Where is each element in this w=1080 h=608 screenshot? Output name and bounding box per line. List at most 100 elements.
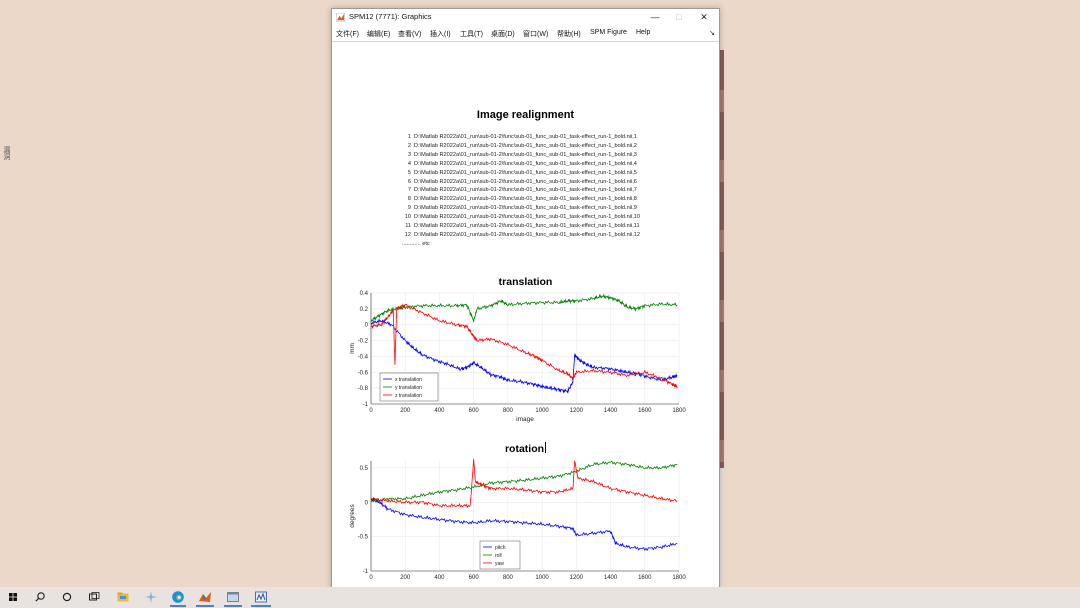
rotation-title-text: rotation bbox=[504, 443, 545, 455]
menu-help[interactable]: Help bbox=[636, 29, 650, 36]
maximize-button[interactable]: □ bbox=[667, 10, 691, 25]
x-tick-label: 0 bbox=[369, 575, 373, 581]
file-index: 2 bbox=[407, 142, 411, 149]
task-view-icon[interactable] bbox=[87, 590, 101, 604]
file-index: 7 bbox=[407, 187, 411, 194]
file-index: 3 bbox=[407, 151, 411, 158]
menu-separator bbox=[332, 41, 719, 42]
menu-view[interactable]: 查看(V) bbox=[398, 29, 421, 39]
y-tick-label: -0.8 bbox=[358, 386, 369, 392]
menu-spm-figure[interactable]: SPM Figure bbox=[590, 29, 627, 36]
spm-graphics-window[interactable]: SPM12 (7771): Graphics — □ ✕ 文件(F) 编辑(E)… bbox=[331, 8, 720, 590]
file-list-row: 12 D:\Matlab R2022a\01_run\sub-01-2\func\… bbox=[402, 231, 640, 240]
menu-file[interactable]: 文件(F) bbox=[336, 29, 359, 39]
matlab-active-indicator bbox=[196, 605, 214, 607]
toolbar-toggle-icon[interactable]: ↘ bbox=[709, 29, 715, 37]
x-tick-label: 800 bbox=[503, 408, 514, 414]
menu-insert[interactable]: 插入(I) bbox=[430, 29, 451, 39]
file-path: D:\Matlab R2022a\01_run\sub-01-2\func\su… bbox=[414, 134, 637, 140]
file-list-row: 7 D:\Matlab R2022a\01_run\sub-01-2\func\s… bbox=[402, 186, 640, 195]
plot-area bbox=[371, 461, 679, 571]
legend-label: y translation bbox=[395, 385, 422, 391]
y-tick-label: 0.4 bbox=[360, 291, 369, 297]
window-title: SPM12 (7771): Graphics bbox=[349, 12, 432, 21]
legend-label: yaw bbox=[495, 561, 504, 567]
file-index: 1 bbox=[407, 134, 411, 140]
chart-legend: pitch roll yaw bbox=[479, 540, 521, 570]
close-button[interactable]: ✕ bbox=[692, 10, 716, 25]
x-tick-label: 600 bbox=[469, 408, 480, 414]
file-list-row: 2 D:\Matlab R2022a\01_run\sub-01-2\func\s… bbox=[402, 142, 640, 151]
chart-legend: x translation y translation z translation bbox=[379, 372, 439, 402]
translation-chart: 0 200 400 600 800 1000 1200 1400 1600 1800 0.4 0.2 0… bbox=[349, 291, 686, 423]
menu-window[interactable]: 窗口(W) bbox=[523, 29, 548, 39]
file-index: 5 bbox=[407, 169, 411, 176]
window-app-active-indicator bbox=[224, 605, 242, 607]
rotation-chart: 0 200 400 600 800 1000 1200 1400 1600 1800 0.5 0 -0.… bbox=[349, 458, 686, 581]
minimize-button[interactable]: — bbox=[643, 10, 667, 25]
matlab-taskbar-icon[interactable] bbox=[198, 590, 212, 604]
y-axis-label: degrees bbox=[349, 504, 356, 528]
file-path: D:\Matlab R2022a\01_run\sub-01-2\func\su… bbox=[414, 187, 637, 194]
x-tick-label: 1600 bbox=[638, 575, 652, 581]
legend-label: pitch bbox=[495, 545, 506, 551]
file-list-row: 1 D:\Matlab R2022a\01_run\sub-01-2\func\s… bbox=[402, 133, 640, 142]
x-tick-label: 800 bbox=[503, 575, 514, 581]
file-list-row: 9 D:\Matlab R2022a\01_run\sub-01-2\func\s… bbox=[402, 204, 640, 213]
x-tick-label: 400 bbox=[434, 575, 445, 581]
file-path: D:\Matlab R2022a\01_run\sub-01-2\func\su… bbox=[414, 196, 637, 203]
legend-label: roll bbox=[495, 553, 502, 559]
menu-desktop[interactable]: 桌面(D) bbox=[491, 29, 515, 39]
file-list-row: 4 D:\Matlab R2022a\01_run\sub-01-2\func\s… bbox=[402, 160, 640, 169]
spm-app-active-indicator bbox=[251, 605, 271, 607]
spm-app-icon[interactable] bbox=[254, 590, 268, 604]
fan-app-icon[interactable] bbox=[144, 590, 158, 604]
x-axis-label: image bbox=[516, 416, 534, 423]
desktop-edge-text: 漏洞 bbox=[3, 146, 10, 160]
file-index: 8 bbox=[407, 196, 411, 203]
file-path: D:\Matlab R2022a\01_run\sub-01-2\func\su… bbox=[414, 205, 637, 212]
legend-label: z translation bbox=[395, 393, 422, 399]
text-cursor bbox=[545, 442, 547, 453]
x-tick-label: 1400 bbox=[604, 575, 618, 581]
x-tick-label: 0 bbox=[369, 408, 373, 414]
menu-bar: 文件(F) 编辑(E) 查看(V) 插入(I) 工具(T) 桌面(D) 窗口(W… bbox=[332, 27, 719, 40]
file-explorer-icon[interactable] bbox=[116, 590, 130, 604]
menu-help-cn[interactable]: 帮助(H) bbox=[557, 29, 581, 39]
menu-edit[interactable]: 编辑(E) bbox=[367, 29, 390, 39]
file-path: D:\Matlab R2022a\01_run\sub-01-2\func\su… bbox=[414, 160, 637, 167]
file-list: 1 D:\Matlab R2022a\01_run\sub-01-2\func\s… bbox=[402, 133, 640, 249]
file-path: D:\Matlab R2022a\01_run\sub-01-2\func\su… bbox=[414, 178, 637, 185]
file-list-row: 10 D:\Matlab R2022a\01_run\sub-01-2\func\… bbox=[402, 213, 640, 222]
cortana-icon[interactable] bbox=[60, 590, 74, 604]
x-tick-label: 600 bbox=[469, 575, 480, 581]
report-heading: Image realignment bbox=[476, 109, 575, 121]
file-index: 11 bbox=[405, 223, 411, 230]
file-list-row: 6 D:\Matlab R2022a\01_run\sub-01-2\func\s… bbox=[402, 178, 640, 187]
y-tick-label: 0.5 bbox=[360, 466, 369, 472]
title-bar[interactable]: SPM12 (7771): Graphics — □ ✕ bbox=[332, 9, 719, 26]
file-list-etc: ............ etc bbox=[402, 240, 430, 247]
file-path: D:\Matlab R2022a\01_run\sub-01-2\func\su… bbox=[414, 214, 640, 221]
matlab-app-icon bbox=[336, 13, 345, 22]
y-tick-label: -1 bbox=[363, 569, 369, 575]
rotation-title: rotation bbox=[332, 442, 719, 455]
x-tick-label: 1000 bbox=[535, 575, 549, 581]
x-tick-label: 1800 bbox=[672, 575, 686, 581]
file-list-row: 3 D:\Matlab R2022a\01_run\sub-01-2\func\s… bbox=[402, 151, 640, 160]
file-index: 6 bbox=[407, 178, 411, 185]
x-tick-label: 400 bbox=[434, 408, 445, 414]
x-tick-label: 200 bbox=[400, 575, 411, 581]
y-tick-label: -0.5 bbox=[358, 535, 369, 541]
edge-browser-icon[interactable] bbox=[171, 590, 185, 604]
x-tick-label: 1000 bbox=[535, 408, 549, 414]
file-path: D:\Matlab R2022a\01_run\sub-01-2\func\su… bbox=[414, 151, 637, 158]
x-tick-label: 1400 bbox=[604, 408, 618, 414]
window-app-icon[interactable] bbox=[226, 590, 240, 604]
file-index: 4 bbox=[407, 160, 411, 167]
file-list-row: 5 D:\Matlab R2022a\01_run\sub-01-2\func\s… bbox=[402, 169, 640, 178]
windows-start-icon[interactable] bbox=[6, 590, 20, 604]
search-icon[interactable] bbox=[33, 590, 47, 604]
menu-tools[interactable]: 工具(T) bbox=[460, 29, 483, 39]
taskbar bbox=[0, 587, 1080, 608]
